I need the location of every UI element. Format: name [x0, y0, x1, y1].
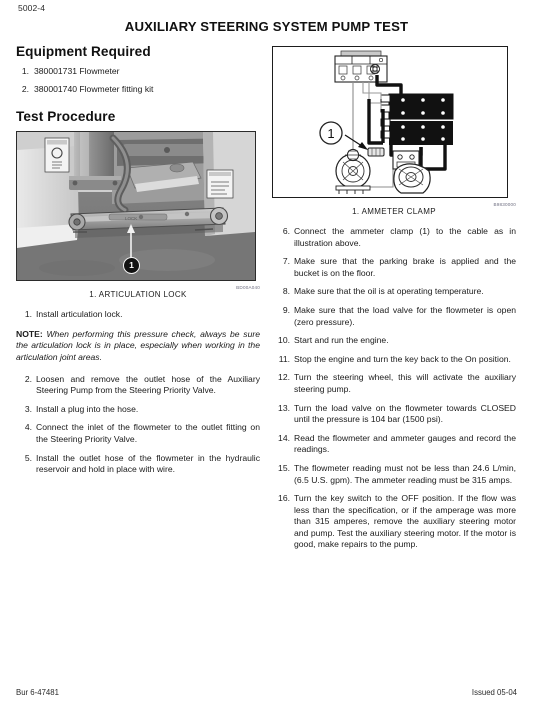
list-item-number: 15. — [278, 462, 290, 473]
list-item-text: 380001731 Flowmeter — [34, 66, 120, 76]
warning-decal-right — [206, 169, 234, 199]
diagram-callout-1-label: 1 — [327, 126, 334, 141]
list-item-text: Turn the key switch to the OFF position.… — [294, 493, 516, 550]
equipment-list: 1. 380001731 Flowmeter 2. 380001740 Flow… — [16, 66, 260, 95]
list-item: 3. Install a plug into the hose. — [16, 404, 260, 416]
list-item-text: 380001740 Flowmeter fitting kit — [34, 83, 154, 94]
list-item-number: 14. — [278, 432, 290, 443]
test-procedure-heading: Test Procedure — [16, 109, 116, 125]
list-item: 15. The flowmeter reading must not be le… — [272, 463, 516, 486]
list-item-number: 8. — [282, 286, 290, 297]
starter-motor — [393, 163, 431, 194]
list-item-number: 4. — [24, 422, 32, 433]
list-item: 7. Make sure that the parking brake is a… — [272, 256, 516, 279]
list-item-number: 12. — [278, 372, 290, 383]
list-item: 9. Make sure that the load valve for the… — [272, 305, 516, 328]
footer-issue-date: Issued 05-04 — [471, 688, 517, 697]
procedure-steps-left: 2. Loosen and remove the outlet hose of … — [16, 374, 260, 476]
footer-publication-number: Bur 6-47481 — [16, 688, 59, 697]
list-item-number: 5. — [24, 452, 32, 463]
diagram-artwork: 1 — [273, 47, 507, 197]
right-column: 1 B9830000 1. AMMETER CLAMP 6. Connect t… — [272, 44, 516, 558]
list-item: 11. Stop the engine and turn the key bac… — [272, 354, 516, 366]
list-item-number: 9. — [282, 304, 290, 315]
list-item: 4. Connect the inlet of the flowmeter to… — [16, 422, 260, 445]
svg-text:LOCK: LOCK — [125, 216, 137, 221]
list-item-number: 3. — [24, 403, 32, 414]
fuse-panel — [334, 50, 388, 83]
figure-caption-left: 1. ARTICULATION LOCK — [89, 290, 187, 300]
list-item-text: Read the flowmeter and ammeter gauges an… — [294, 432, 516, 455]
list-item-text: Install a plug into the hose. — [36, 403, 139, 414]
list-item: 2. 380001740 Flowmeter fitting kit — [16, 84, 260, 96]
list-item: 1. Install articulation lock. — [16, 309, 260, 321]
procedure-steps-right: 6. Connect the ammeter clamp (1) to the … — [272, 226, 516, 551]
list-item: 6. Connect the ammeter clamp (1) to the … — [272, 226, 516, 249]
list-item-text: Connect the ammeter clamp (1) to the cab… — [294, 226, 516, 248]
list-item-number: 16. — [278, 493, 290, 504]
list-item-number: 6. — [282, 226, 290, 236]
figure-caption-right: 1. AMMETER CLAMP — [352, 207, 436, 216]
articulation-lock-figure: LOCK 1 BD00A040 — [16, 131, 260, 290]
list-item: 10. Start and run the engine. — [272, 335, 516, 347]
list-item-number: 1. — [24, 309, 32, 320]
list-item-text: Turn the load valve on the flowmeter tow… — [294, 402, 516, 425]
battery-pack — [380, 93, 454, 145]
page-number: 5002-4 — [18, 3, 46, 13]
list-item: 13. Turn the load valve on the flowmeter… — [272, 403, 516, 426]
document-page: 5002-4 AUXILIARY STEERING SYSTEM PUMP TE… — [0, 0, 533, 719]
warning-decal-left — [44, 137, 70, 173]
list-item: 14. Read the flowmeter and ammeter gauge… — [272, 433, 516, 456]
list-item-text: Connect the inlet of the flowmeter to th… — [36, 422, 260, 444]
list-item-number: 2. — [21, 83, 29, 94]
list-item-number: 11. — [278, 353, 290, 364]
list-item-number: 1. — [21, 66, 29, 76]
figure-code-right: B9830000 — [493, 202, 516, 207]
list-item-text: Stop the engine and turn the key back to… — [294, 353, 511, 364]
list-item-text: Loosen and remove the outlet hose of the… — [36, 373, 260, 396]
left-column: Equipment Required 1. 380001731 Flowmete… — [16, 44, 260, 483]
list-item-text: Make sure that the parking brake is appl… — [294, 256, 516, 278]
list-item-number: 10. — [278, 335, 290, 346]
photo-callout-1-label: 1 — [129, 260, 134, 271]
list-item-text: Make sure that the load valve for the fl… — [294, 304, 516, 327]
ammeter-clamp-target — [367, 147, 385, 157]
list-item-number: 2. — [24, 373, 32, 384]
list-item: 12. Turn the steering wheel, this will a… — [272, 372, 516, 395]
list-item: 16. Turn the key switch to the OFF posit… — [272, 493, 516, 551]
list-item: 2. Loosen and remove the outlet hose of … — [16, 374, 260, 397]
list-item: 5. Install the outlet hose of the flowme… — [16, 453, 260, 476]
equipment-required-heading: Equipment Required — [16, 44, 151, 59]
list-item-text: Start and run the engine. — [294, 335, 389, 346]
list-item-number: 7. — [282, 256, 290, 267]
page-title: AUXILIARY STEERING SYSTEM PUMP TEST — [124, 19, 409, 34]
note-label: NOTE: — [16, 328, 43, 339]
figure-code-left: BD00A040 — [236, 285, 260, 291]
list-item-text: Install the outlet hose of the flowmeter… — [36, 452, 260, 475]
articulation-lock-photo: LOCK 1 — [16, 131, 256, 282]
list-item-text: Install articulation lock. — [36, 309, 123, 320]
list-item-text: Turn the steering wheel, this will activ… — [294, 372, 516, 394]
procedure-step-1-list: 1. Install articulation lock. — [16, 309, 260, 321]
list-item: 8. Make sure that the oil is at operatin… — [272, 286, 516, 298]
list-item-text: The flowmeter reading must not be less t… — [294, 462, 516, 485]
note-text: When performing this pressure check, alw… — [16, 328, 260, 362]
ammeter-clamp-diagram: 1 — [272, 46, 508, 198]
list-item: 1. 380001731 Flowmeter — [16, 66, 260, 78]
ammeter-clamp-figure: 1 B9830000 — [272, 46, 516, 207]
note-paragraph: NOTE: When performing this pressure chec… — [16, 329, 260, 364]
list-item-number: 13. — [278, 402, 290, 413]
list-item-text: Make sure that the oil is at operating t… — [294, 286, 484, 297]
